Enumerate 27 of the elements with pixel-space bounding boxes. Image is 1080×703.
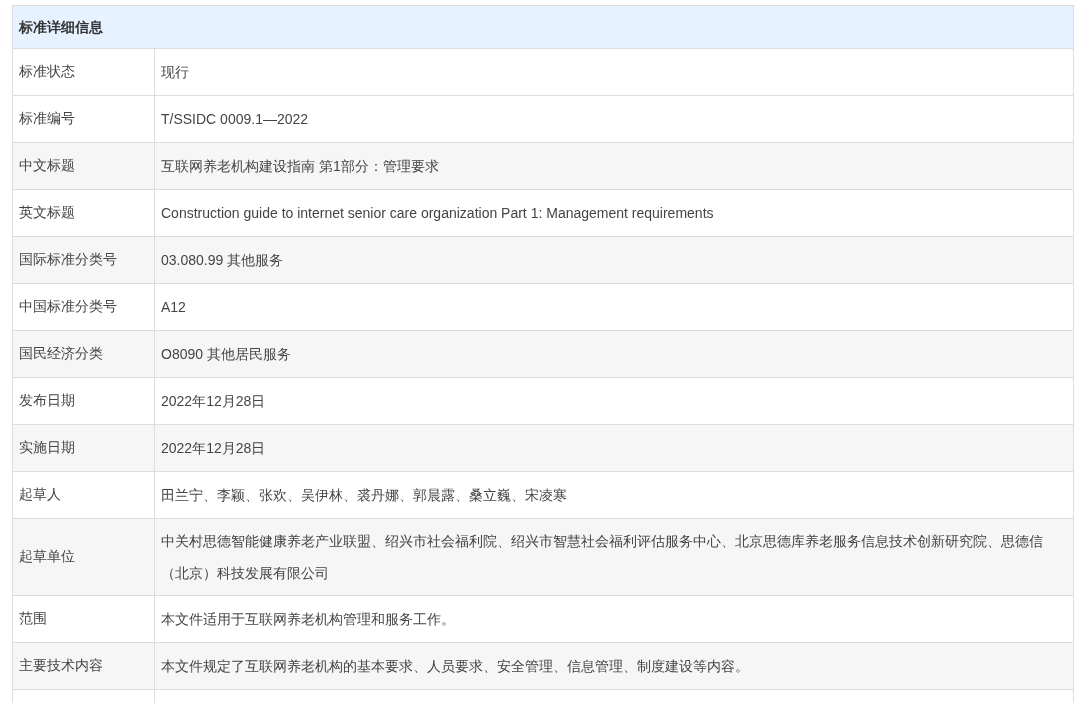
table-cell: 范围 xyxy=(13,596,155,642)
table-header: 标准详细信息 xyxy=(13,6,1073,49)
table-cell: 标准状态 xyxy=(13,49,155,95)
table-cell: 实施日期 xyxy=(13,425,155,471)
table-cell-text: 03.080.99 其他服务 xyxy=(160,251,285,270)
table-cell-text: 本文件适用于互联网养老机构管理和服务工作。 xyxy=(160,610,456,629)
table-cell: 英文标题 xyxy=(13,190,155,236)
table-cell-text: A12 xyxy=(160,298,187,317)
table-cell-text: T/SSIDC 0009.1—2022 xyxy=(160,110,310,129)
table-cell-text: Construction guide to internet senior care organization Part 1: Management requirements xyxy=(160,204,715,223)
table-cell: 中国标准分类号 xyxy=(13,284,155,330)
table-cell: 国际标准分类号 xyxy=(13,237,155,283)
table-cell-text: 田兰宁、李颖、张欢、吴伊林、裘丹娜、郭晨露、桑立巍、宋凌寒 xyxy=(160,486,568,505)
table-cell-text: 互联网养老机构建设指南 第1部分：管理要求 xyxy=(160,157,440,176)
table-cell: 发布日期 xyxy=(13,378,155,424)
table-cell: 标准编号 xyxy=(13,96,155,142)
table-cell-text: 2022年12月28日 xyxy=(160,439,267,458)
table-cell-text: 2022年12月28日 xyxy=(160,392,267,411)
table-cell-text: 中关村思德智能健康养老产业联盟、绍兴市社会福利院、绍兴市智慧社会福利评估服务中心、北京思德库养老服务信息技术创新研究院、思德信（北京）科技发展有限公司 xyxy=(160,532,1044,583)
table-cell-text: 本文件规定了互联网养老机构的基本要求、人员要求、安全管理、信息管理、制度建设等内容。 xyxy=(160,657,750,676)
table-cell: 起草人 xyxy=(13,472,155,518)
table-cell-text: 现行 xyxy=(160,63,190,82)
table-cell: 起草单位 xyxy=(13,519,155,595)
table-cell: 主要技术内容 xyxy=(13,643,155,689)
table-cell: 中文标题 xyxy=(13,143,155,189)
table-cell-text: O8090 其他居民服务 xyxy=(160,345,292,364)
table-cell: 国民经济分类 xyxy=(13,331,155,377)
